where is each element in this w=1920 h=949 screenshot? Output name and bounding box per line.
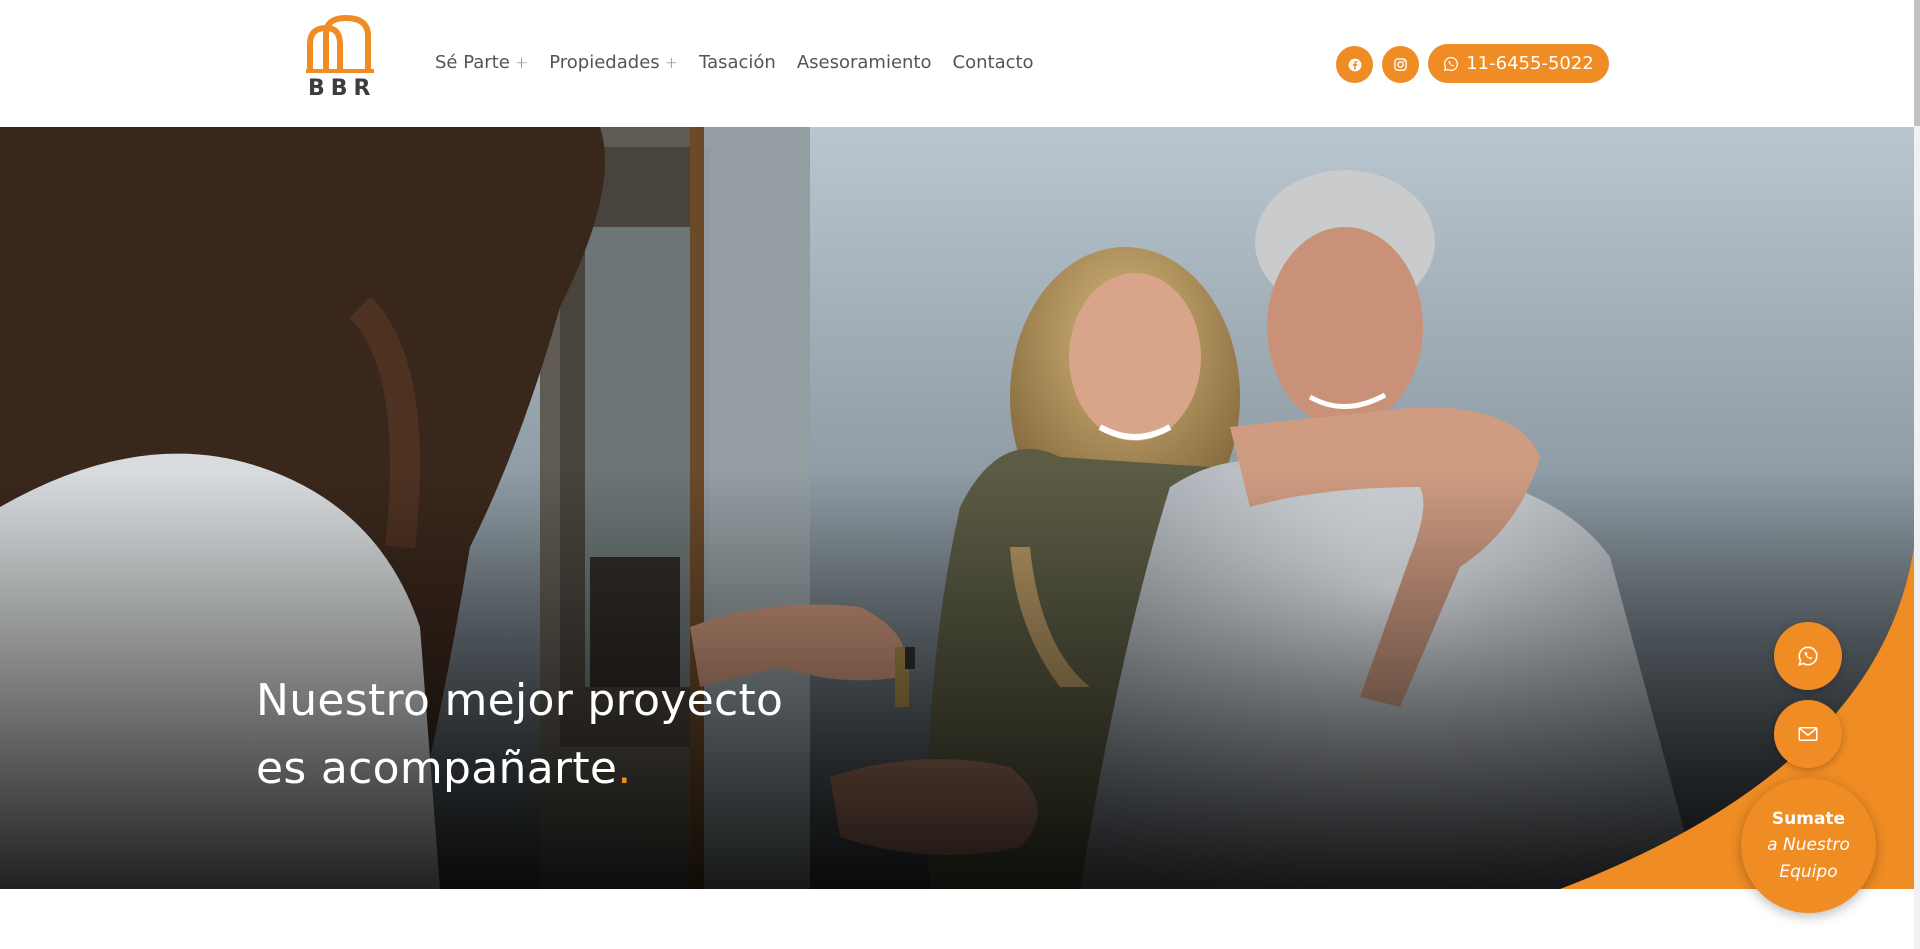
hero-title-line-2-text: es acompañarte [256, 743, 618, 794]
envelope-icon [1798, 727, 1818, 741]
nav-item-propiedades[interactable]: Propiedades + [549, 52, 678, 73]
whatsapp-icon [1798, 646, 1818, 666]
hero-title: Nuestro mejor proyecto es acompañarte. [256, 667, 856, 803]
plus-icon: + [514, 53, 529, 72]
floating-whatsapp-button[interactable] [1774, 622, 1842, 690]
brand-name: BBR [308, 76, 377, 101]
join-team-line-2: a Nuestro [1767, 834, 1850, 855]
arch-logo-icon [306, 14, 374, 73]
nav-item-label: Propiedades [549, 52, 660, 73]
site-header: BBR Sé Parte + Propiedades + Tasación As… [0, 0, 1914, 127]
nav-item-tasacion[interactable]: Tasación [699, 52, 776, 73]
page-scrollbar[interactable] [1914, 0, 1920, 949]
join-team-line-1: Sumate [1771, 808, 1846, 829]
brand-logo[interactable]: BBR [304, 14, 376, 104]
hero-section: Nuestro mejor proyecto es acompañarte. [0, 127, 1914, 889]
floating-email-button[interactable] [1774, 700, 1842, 768]
nav-item-se-parte[interactable]: Sé Parte + [435, 52, 528, 73]
join-team-line-3: Equipo [1779, 861, 1838, 882]
hero-title-line-2: es acompañarte. [256, 735, 856, 803]
page: BBR Sé Parte + Propiedades + Tasación As… [0, 0, 1920, 949]
phone-number: 11-6455-5022 [1466, 53, 1594, 74]
nav-item-label: Asesoramiento [796, 52, 932, 73]
phone-button[interactable]: 11-6455-5022 [1428, 44, 1609, 83]
plus-icon: + [664, 53, 679, 72]
nav-item-label: Contacto [952, 52, 1034, 73]
nav-item-label: Tasación [699, 52, 776, 73]
nav-item-label: Sé Parte [435, 52, 510, 73]
hero-title-line-1: Nuestro mejor proyecto [256, 675, 784, 726]
nav-item-contacto[interactable]: Contacto [953, 52, 1034, 73]
nav-item-asesoramiento[interactable]: Asesoramiento [797, 52, 932, 73]
hero-title-dot: . [617, 743, 632, 794]
whatsapp-icon [1444, 56, 1459, 71]
join-team-button[interactable]: Sumate a Nuestro Equipo [1741, 778, 1876, 913]
facebook-icon [1348, 58, 1361, 71]
instagram-icon [1394, 58, 1407, 71]
scrollbar-thumb[interactable] [1914, 0, 1920, 126]
main-nav: Sé Parte + Propiedades + Tasación Asesor… [435, 52, 1055, 73]
facebook-button[interactable] [1336, 46, 1373, 83]
instagram-button[interactable] [1382, 46, 1419, 83]
